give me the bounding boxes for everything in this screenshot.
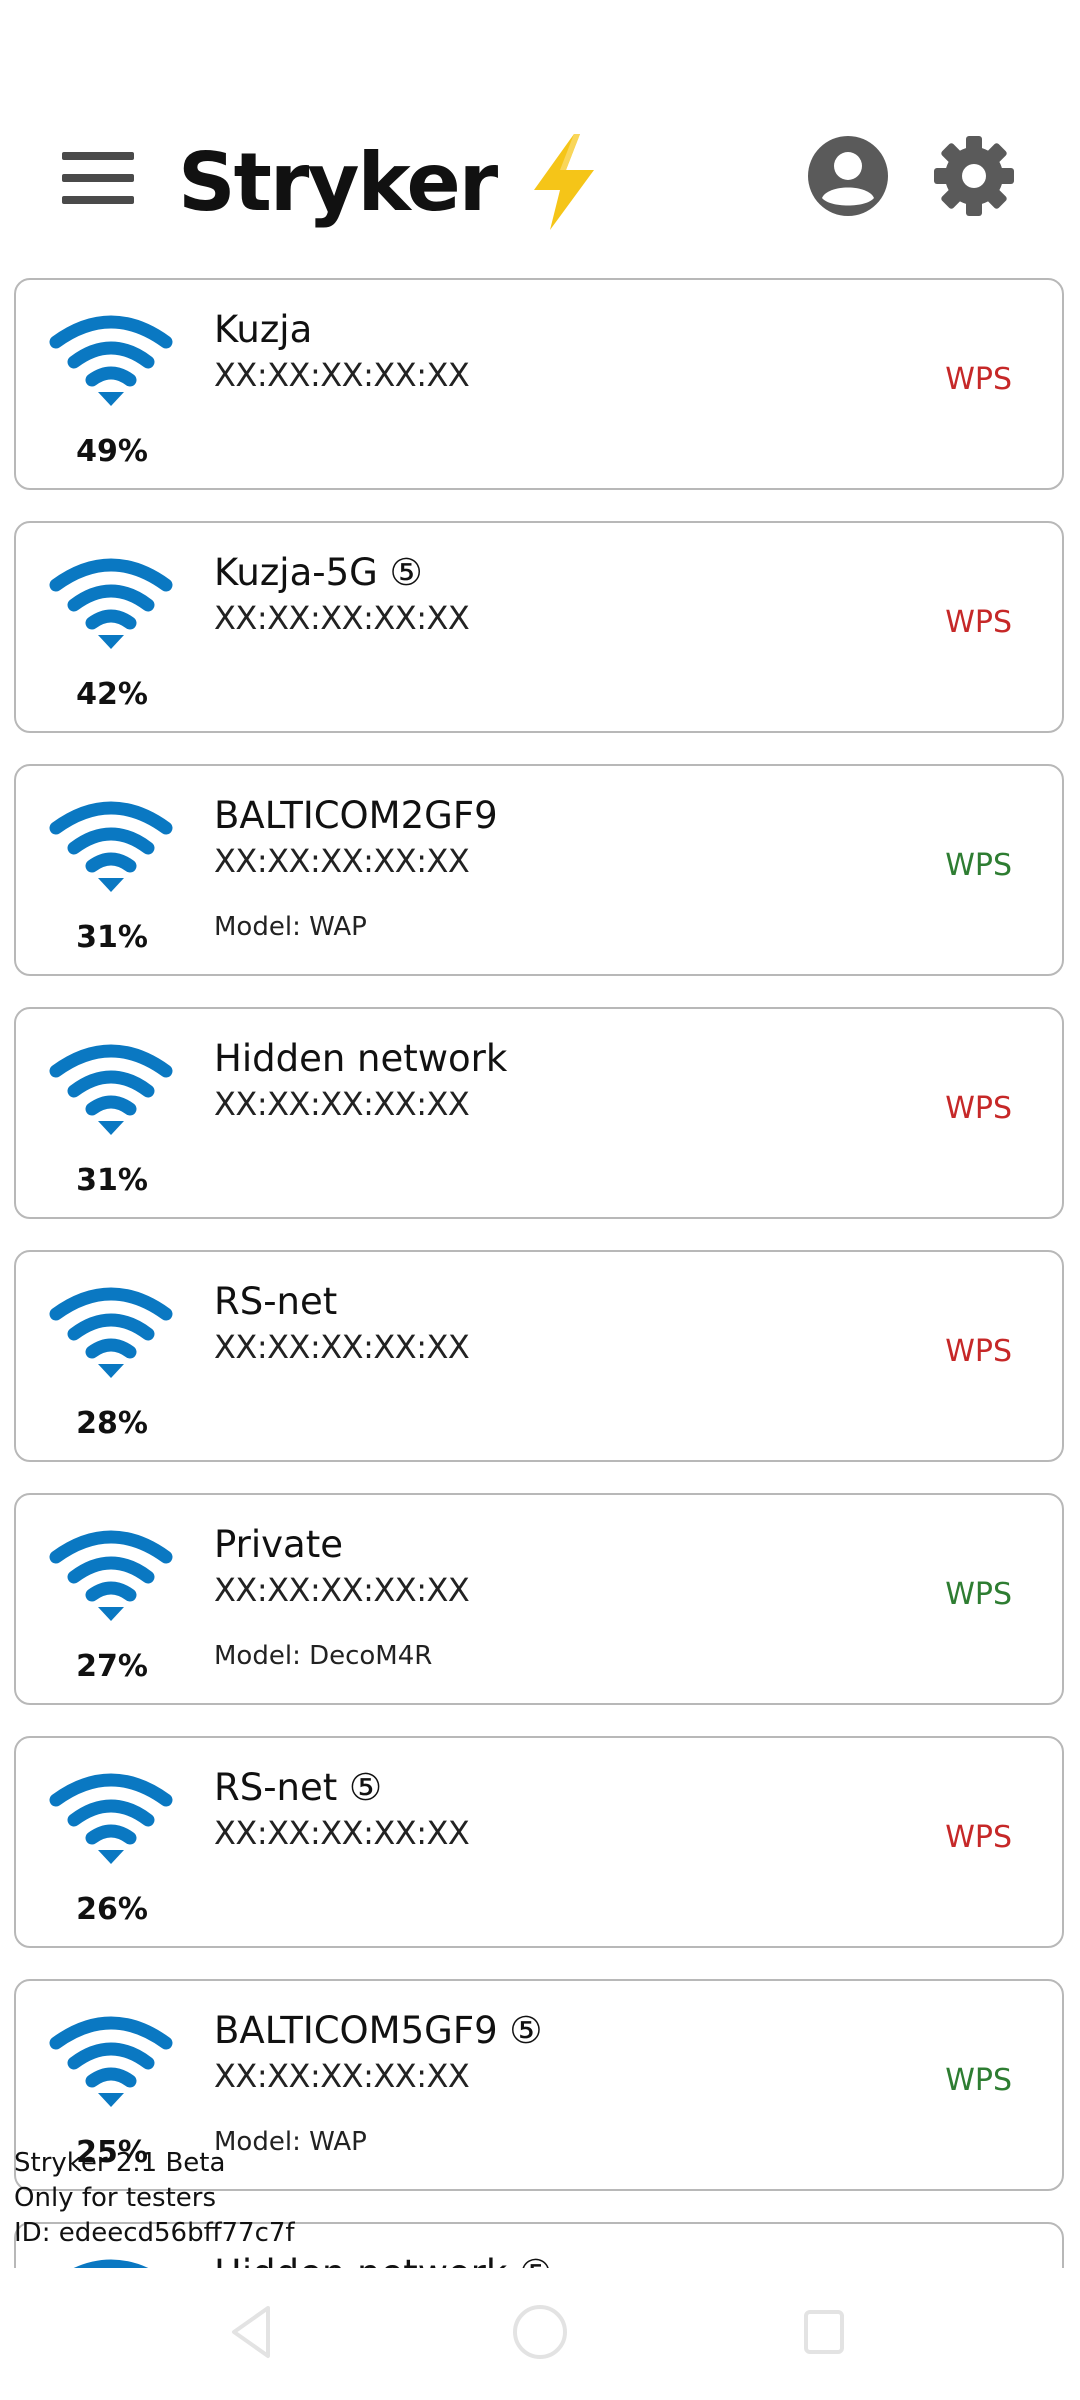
network-bssid: XX:XX:XX:XX:XX [214,1571,470,1609]
network-bssid: XX:XX:XX:XX:XX [214,1328,470,1366]
device-model: Model: DecoM4R [214,1641,433,1671]
recents-square-icon[interactable] [800,2306,848,2358]
network-bssid: XX:XX:XX:XX:XX [214,2057,470,2095]
wifi-signal-icon [49,1530,173,1621]
signal-strength: 28% [76,1406,148,1441]
wifi-signal-icon [49,801,173,892]
signal-strength: 26% [76,1892,148,1927]
wps-badge: WPS [945,1091,1012,1126]
device-id: ID: edeecd56bff77c7f [14,2218,295,2248]
wps-badge: WPS [945,362,1012,397]
network-bssid: XX:XX:XX:XX:XX [214,842,470,880]
network-bssid: XX:XX:XX:XX:XX [214,599,470,637]
gear-icon[interactable] [932,134,1016,218]
signal-strength: 49% [76,434,148,469]
wifi-signal-icon [49,1287,173,1378]
network-card[interactable]: 28% RS-net XX:XX:XX:XX:XX WPS [14,1250,1064,1462]
network-list[interactable]: 49% Kuzja XX:XX:XX:XX:XX WPS 42% Kuzja-5G ⑤ XX… [14,278,1068,2268]
wps-badge: WPS [945,605,1012,640]
wps-badge: WPS [945,848,1012,883]
wifi-signal-icon [49,1773,173,1864]
wps-badge: WPS [945,1820,1012,1855]
network-card[interactable]: 31% Hidden network XX:XX:XX:XX:XX WPS [14,1007,1064,1219]
network-bssid: XX:XX:XX:XX:XX [214,356,470,394]
back-triangle-icon[interactable] [228,2304,276,2360]
wifi-signal-icon [49,558,173,649]
wifi-signal-icon [49,315,173,406]
app-brand: Stryker [178,132,602,232]
system-navigation-bar [0,2268,1080,2400]
signal-strength: 31% [76,1163,148,1198]
device-model: Model: WAP [214,912,367,942]
wps-badge: WPS [945,2063,1012,2098]
signal-strength: 27% [76,1649,148,1684]
network-ssid: BALTICOM2GF9 [214,794,498,837]
network-ssid: Private [214,1523,343,1566]
wifi-signal-icon [73,2259,149,2268]
lightning-bolt-icon [534,134,595,230]
signal-strength: 31% [76,920,148,955]
beta-version: Stryker 2.1 Beta [14,2148,226,2178]
wifi-signal-icon [49,1044,173,1135]
hamburger-menu-icon[interactable] [62,150,136,206]
account-circle-icon[interactable] [806,134,890,218]
network-ssid: RS-net ⑤ [214,1766,383,1809]
network-ssid: RS-net [214,1280,338,1323]
signal-strength: 42% [76,677,148,712]
wps-badge: WPS [945,1334,1012,1369]
network-ssid: Kuzja [214,308,313,351]
network-ssid: Hidden network ⑤ [214,2252,552,2268]
network-bssid: XX:XX:XX:XX:XX [214,1085,470,1123]
beta-info: Stryker 2.1 Beta Only for testers ID: ed… [14,2146,295,2251]
wifi-signal-icon [49,2016,173,2107]
network-card[interactable]: 49% Kuzja XX:XX:XX:XX:XX WPS [14,278,1064,490]
network-ssid: BALTICOM5GF9 ⑤ [214,2009,543,2052]
network-card[interactable]: 27% Private XX:XX:XX:XX:XX Model: DecoM4R WP… [14,1493,1064,1705]
network-card[interactable]: 31% BALTICOM2GF9 XX:XX:XX:XX:XX Model: WAP W… [14,764,1064,976]
wps-badge: WPS [945,1577,1012,1612]
network-card[interactable]: 42% Kuzja-5G ⑤ XX:XX:XX:XX:XX WPS [14,521,1064,733]
beta-note: Only for testers [14,2183,216,2213]
network-bssid: XX:XX:XX:XX:XX [214,1814,470,1852]
app-bar: Stryker [0,100,1080,260]
network-ssid: Kuzja-5G ⑤ [214,551,423,594]
home-circle-icon[interactable] [510,2302,570,2362]
app-title: Stryker [178,135,498,229]
network-card[interactable]: 26% RS-net ⑤ XX:XX:XX:XX:XX WPS [14,1736,1064,1948]
network-ssid: Hidden network [214,1037,508,1080]
